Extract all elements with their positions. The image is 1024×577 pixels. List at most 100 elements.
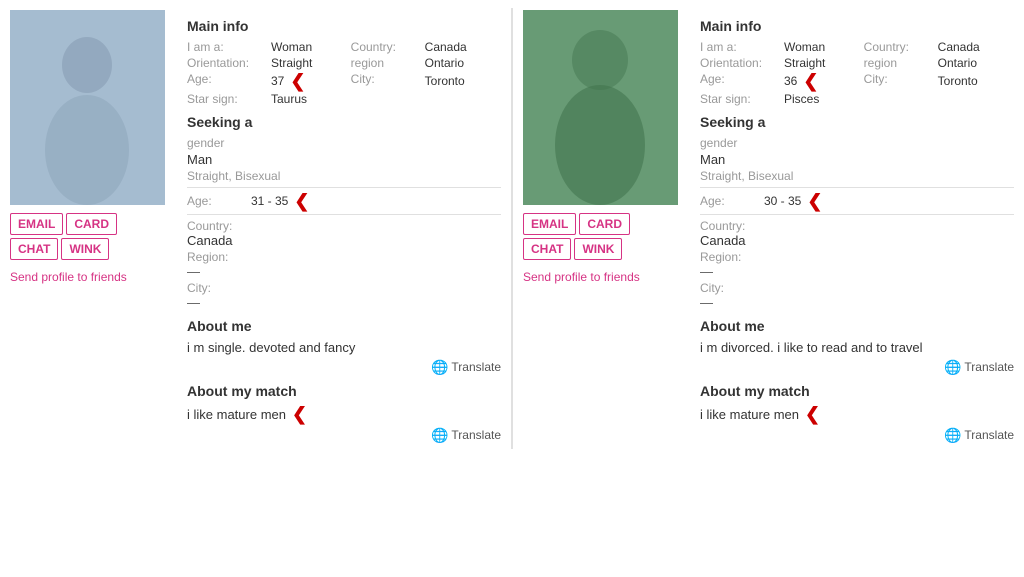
region-label-2: region (864, 56, 934, 70)
country-value-1: Canada (425, 40, 501, 54)
translate-match-btn-1[interactable]: 🌐 Translate (431, 427, 501, 443)
action-buttons-1: EMAIL CARD CHAT WINK (10, 213, 165, 260)
seeking-country-section-2: Country: Canada (700, 219, 1014, 248)
region-label-1: region (351, 56, 421, 70)
chat-button-1[interactable]: CHAT (10, 238, 58, 260)
seeking-age-row-2: Age: 30 - 35 ❮ (700, 192, 1014, 210)
translate-row-about-1: 🌐 Translate (187, 359, 501, 375)
translate-row-about-2: 🌐 Translate (700, 359, 1014, 375)
main-info-grid-2: I am a: Woman Country: Canada Orientatio… (700, 40, 1014, 106)
orientation-label-1: Orientation: (187, 56, 267, 70)
profile-photo-1 (10, 10, 165, 205)
translate-about-btn-1[interactable]: 🌐 Translate (431, 359, 501, 375)
seeking-country-label-1: Country: (187, 219, 501, 233)
country-label-2: Country: (864, 40, 934, 54)
seeking-region-label-2: Region: (700, 250, 1014, 264)
age-value-1: 37 ❮ (271, 72, 347, 90)
main-info-title-2: Main info (700, 18, 1014, 34)
seeking-section-2: Seeking a gender Man Straight, Bisexual … (700, 114, 1014, 310)
photo-svg-1 (10, 10, 165, 205)
country-value-2: Canada (938, 40, 1014, 54)
action-buttons-2: EMAIL CARD CHAT WINK (523, 213, 678, 260)
age-label-1: Age: (187, 72, 267, 90)
about-match-text-2: i like mature men ❮ (700, 405, 1014, 423)
page-wrapper: EMAIL CARD CHAT WINK Send profile to fri… (0, 0, 1024, 457)
translate-row-match-2: 🌐 Translate (700, 427, 1014, 443)
wink-button-1[interactable]: WINK (61, 238, 109, 260)
seeking-section-1: Seeking a gender Man Straight, Bisexual … (187, 114, 501, 310)
age-label-2: Age: (700, 72, 780, 90)
about-match-arrow-2: ❮ (805, 405, 820, 423)
email-button-2[interactable]: EMAIL (523, 213, 576, 235)
about-match-title-2: About my match (700, 383, 1014, 399)
translate-icon-match-1: 🌐 (431, 427, 447, 443)
translate-match-btn-2[interactable]: 🌐 Translate (944, 427, 1014, 443)
age-arrow-2: ❮ (803, 72, 818, 90)
divider-2a (700, 187, 1014, 188)
translate-icon-2: 🌐 (944, 359, 960, 375)
about-me-text-1: i m single. devoted and fancy (187, 340, 501, 355)
photo-placeholder-1 (10, 10, 165, 205)
main-info-grid-1: I am a: Woman Country: Canada Orientatio… (187, 40, 501, 106)
iam-value-1: Woman (271, 40, 347, 54)
orientation-value-1: Straight (271, 56, 347, 70)
seeking-title-1: Seeking a (187, 114, 501, 130)
age-value-2: 36 ❮ (784, 72, 860, 90)
seeking-region-label-1: Region: (187, 250, 501, 264)
seeking-age-arrow-1: ❮ (294, 192, 309, 210)
city-value-1: Toronto (425, 72, 501, 90)
translate-row-match-1: 🌐 Translate (187, 427, 501, 443)
seeking-age-label-2: Age: (700, 194, 760, 208)
seeking-city-label-2: City: (700, 281, 1014, 295)
translate-icon-match-2: 🌐 (944, 427, 960, 443)
translate-about-btn-2[interactable]: 🌐 Translate (944, 359, 1014, 375)
city-label-1: City: (351, 72, 421, 90)
iam-label-1: I am a: (187, 40, 267, 54)
photo-placeholder-2 (523, 10, 678, 205)
email-button-1[interactable]: EMAIL (10, 213, 63, 235)
about-me-title-1: About me (187, 318, 501, 334)
about-me-title-2: About me (700, 318, 1014, 334)
seeking-gender-label-2: gender (700, 136, 1014, 150)
about-match-text-1: i like mature men ❮ (187, 405, 501, 423)
seeking-country-section-1: Country: Canada (187, 219, 501, 248)
country-label-1: Country: (351, 40, 421, 54)
right-col-2: Main info I am a: Woman Country: Canada … (688, 10, 1014, 447)
seeking-gender-value-1: Man (187, 152, 501, 167)
wink-button-2[interactable]: WINK (574, 238, 622, 260)
seeking-orientation-1: Straight, Bisexual (187, 169, 501, 183)
card-button-1[interactable]: CARD (66, 213, 117, 235)
seeking-gender-value-2: Man (700, 152, 1014, 167)
seeking-gender-label-1: gender (187, 136, 501, 150)
profile-photo-2 (523, 10, 678, 205)
photo-svg-2 (523, 10, 678, 205)
starsign-value-1: Taurus (271, 92, 347, 106)
seeking-country-value-1: Canada (187, 233, 501, 248)
main-info-title-1: Main info (187, 18, 501, 34)
left-col-2: EMAIL CARD CHAT WINK Send profile to fri… (523, 10, 688, 447)
seeking-age-arrow-2: ❮ (807, 192, 822, 210)
left-col-1: EMAIL CARD CHAT WINK Send profile to fri… (10, 10, 175, 447)
starsign-label-2: Star sign: (700, 92, 780, 106)
about-me-text-2: i m divorced. i like to read and to trav… (700, 340, 1014, 355)
seeking-city-section-2: City: — (700, 281, 1014, 310)
seeking-city-label-1: City: (187, 281, 501, 295)
divider-2b (700, 214, 1014, 215)
right-col-1: Main info I am a: Woman Country: Canada … (175, 10, 501, 447)
orientation-label-2: Orientation: (700, 56, 780, 70)
seeking-age-value-2: 30 - 35 ❮ (764, 192, 822, 210)
orientation-value-2: Straight (784, 56, 860, 70)
send-profile-link-2[interactable]: Send profile to friends (523, 270, 640, 284)
seeking-country-label-2: Country: (700, 219, 1014, 233)
seeking-city-value-1: — (187, 295, 501, 310)
seeking-region-value-2: — (700, 264, 1014, 279)
send-profile-link-1[interactable]: Send profile to friends (10, 270, 127, 284)
region-value-2: Ontario (938, 56, 1014, 70)
seeking-city-value-2: — (700, 295, 1014, 310)
seeking-age-row-1: Age: 31 - 35 ❮ (187, 192, 501, 210)
seeking-region-value-1: — (187, 264, 501, 279)
chat-button-2[interactable]: CHAT (523, 238, 571, 260)
seeking-region-section-2: Region: — (700, 250, 1014, 279)
starsign-label-1: Star sign: (187, 92, 267, 106)
card-button-2[interactable]: CARD (579, 213, 630, 235)
